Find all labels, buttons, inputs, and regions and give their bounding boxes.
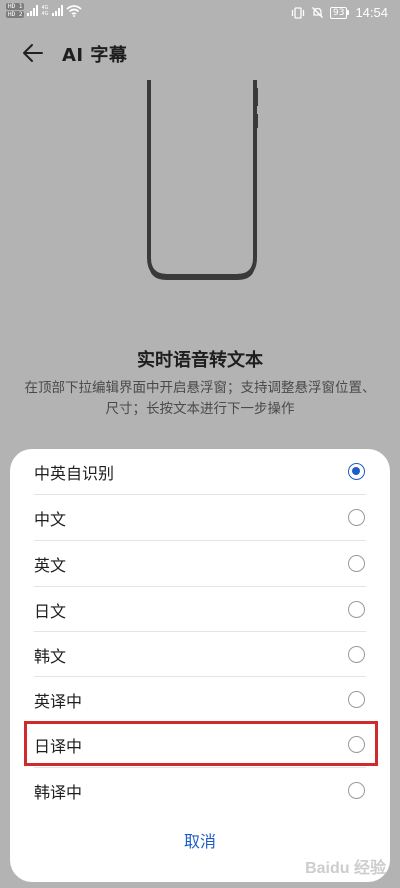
option-label: 中英自识别 (34, 463, 115, 483)
sim2-tag: HD 2 (6, 11, 25, 18)
option-label: 韩文 (34, 646, 67, 666)
option-chinese[interactable]: 中文 (10, 495, 390, 540)
sim1-tag: HD 1 (6, 3, 25, 10)
signal-bars-1-icon (27, 5, 39, 16)
signal-indicators: HD 1 HD 2 4G 4G (6, 3, 82, 18)
baidu-watermark: Baidu 经验 (305, 860, 386, 877)
net2-label: 4G (41, 10, 49, 17)
option-english-to-chinese[interactable]: 英译中 (10, 677, 390, 722)
battery-icon: 93 (330, 6, 350, 19)
radio-unselected-icon[interactable] (348, 601, 365, 618)
option-english[interactable]: 英文 (10, 541, 390, 586)
status-time: 14:54 (355, 5, 388, 20)
option-auto-detect[interactable]: 中英自识别 (10, 449, 390, 494)
option-label: 韩译中 (34, 782, 83, 802)
status-bar: HD 1 HD 2 4G 4G 93 14:54 (0, 0, 400, 28)
option-label: 英译中 (34, 691, 83, 711)
radio-selected-icon[interactable] (348, 463, 365, 480)
feature-title: 实时语音转文本 (137, 350, 263, 371)
radio-unselected-icon[interactable] (348, 646, 365, 663)
language-selection-sheet: 中英自识别 中文 英文 日文 韩文 英译中 日译中 韩译中 取消 (10, 449, 390, 882)
vibrate-icon (291, 6, 305, 19)
back-arrow-icon[interactable] (22, 43, 44, 63)
phone-illustration (147, 80, 258, 280)
radio-unselected-icon[interactable] (348, 509, 365, 526)
app-header: AI 字幕 (0, 32, 400, 74)
radio-unselected-icon[interactable] (348, 555, 365, 572)
wifi-icon (65, 4, 82, 17)
option-label: 日文 (34, 601, 67, 621)
option-japanese[interactable]: 日文 (10, 587, 390, 632)
signal-bars-2-icon (51, 5, 63, 16)
option-label: 英文 (34, 555, 67, 575)
option-korean[interactable]: 韩文 (10, 632, 390, 677)
battery-level: 93 (330, 6, 348, 19)
sim-tags: HD 1 HD 2 (6, 3, 25, 18)
radio-unselected-icon[interactable] (348, 782, 365, 799)
option-label: 中文 (34, 509, 67, 529)
mute-bell-icon (312, 7, 323, 18)
network-types: 4G 4G (41, 5, 48, 17)
highlight-annotation (24, 721, 378, 766)
status-right: 93 14:54 (291, 5, 388, 20)
page-title: AI 字幕 (62, 45, 128, 66)
feature-description: 在顶部下拉编辑界面中开启悬浮窗；支持调整悬浮窗位置、尺寸；长按文本进行下一步操作 (24, 380, 376, 417)
radio-unselected-icon[interactable] (348, 691, 365, 708)
option-korean-to-chinese[interactable]: 韩译中 (10, 768, 390, 813)
